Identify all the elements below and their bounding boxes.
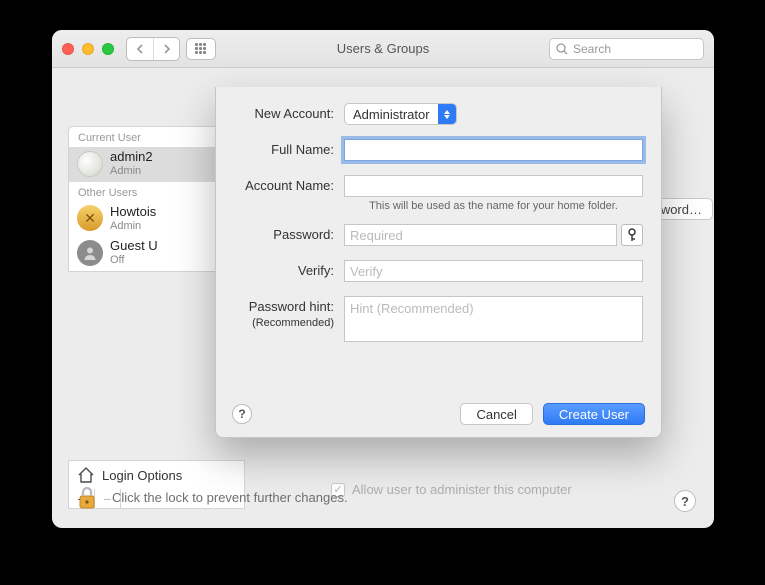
row-new-account: New Account: Administrator xyxy=(216,103,661,125)
lock-icon[interactable] xyxy=(72,482,102,512)
create-user-label: Create User xyxy=(559,407,629,422)
row-account-name: Account Name: This will be used as the n… xyxy=(216,175,661,212)
account-name-hint: This will be used as the name for your h… xyxy=(344,200,643,212)
hint-input[interactable] xyxy=(344,296,643,342)
window-controls xyxy=(62,43,114,55)
close-window-button[interactable] xyxy=(62,43,74,55)
titlebar: Users & Groups Search xyxy=(52,30,714,68)
label-new-account: New Account: xyxy=(216,103,344,121)
user-role: Admin xyxy=(110,220,156,233)
avatar-icon xyxy=(77,151,103,177)
search-placeholder: Search xyxy=(573,42,611,56)
login-options-label: Login Options xyxy=(102,468,182,483)
account-name-input[interactable] xyxy=(344,175,643,197)
search-icon xyxy=(556,43,568,55)
search-field[interactable]: Search xyxy=(549,38,704,60)
label-account-name: Account Name: xyxy=(216,175,344,193)
user-name: Guest U xyxy=(110,239,158,254)
row-hint: Password hint: (Recommended) xyxy=(216,296,661,345)
lock-text: Click the lock to prevent further change… xyxy=(112,490,348,505)
admin-checkbox-row: ✓ Allow user to administer this computer xyxy=(331,482,572,497)
user-role: Off xyxy=(110,254,158,267)
back-button[interactable] xyxy=(127,38,153,60)
help-button[interactable]: ? xyxy=(674,490,696,512)
account-type-select[interactable]: Administrator xyxy=(344,103,457,125)
sheet-footer: ? Cancel Create User xyxy=(216,403,661,425)
cancel-button[interactable]: Cancel xyxy=(460,403,532,425)
system-preferences-window: Users & Groups Search Current User admin… xyxy=(52,30,714,528)
row-password: Password: xyxy=(216,224,661,246)
key-icon xyxy=(626,228,638,242)
label-hint: Password hint: (Recommended) xyxy=(216,296,344,329)
select-arrows-icon xyxy=(438,104,456,124)
account-type-value: Administrator xyxy=(345,107,438,122)
forward-button[interactable] xyxy=(153,38,179,60)
avatar-icon xyxy=(77,205,103,231)
nav-buttons xyxy=(126,37,180,61)
user-name: admin2 xyxy=(110,150,153,165)
sheet-help-button[interactable]: ? xyxy=(232,404,252,424)
full-name-input[interactable] xyxy=(344,139,643,161)
minimize-window-button[interactable] xyxy=(82,43,94,55)
label-password: Password: xyxy=(216,224,344,242)
show-all-button[interactable] xyxy=(186,38,216,60)
cancel-label: Cancel xyxy=(476,407,516,422)
password-input[interactable] xyxy=(344,224,617,246)
zoom-window-button[interactable] xyxy=(102,43,114,55)
user-name: Howtois xyxy=(110,205,156,220)
password-assistant-button[interactable] xyxy=(621,224,643,246)
avatar-icon xyxy=(77,240,103,266)
row-full-name: Full Name: xyxy=(216,139,661,161)
create-user-button[interactable]: Create User xyxy=(543,403,645,425)
label-full-name: Full Name: xyxy=(216,139,344,157)
lock-row: Click the lock to prevent further change… xyxy=(72,482,348,512)
label-verify: Verify: xyxy=(216,260,344,278)
row-verify: Verify: xyxy=(216,260,661,282)
grid-icon xyxy=(195,43,207,55)
user-role: Admin xyxy=(110,165,153,178)
verify-input[interactable] xyxy=(344,260,643,282)
new-account-sheet: New Account: Administrator Full Name: Ac… xyxy=(215,87,662,438)
admin-checkbox-label: Allow user to administer this computer xyxy=(352,482,572,497)
